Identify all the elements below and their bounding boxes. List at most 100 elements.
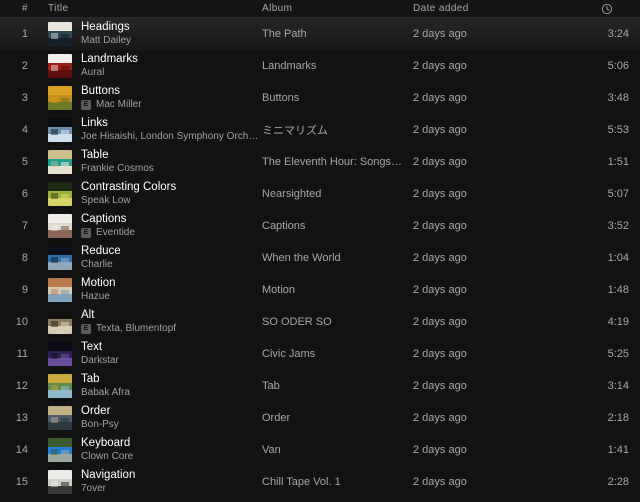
track-name[interactable]: Order	[81, 405, 119, 418]
track-album[interactable]: Chill Tape Vol. 1	[262, 476, 413, 488]
table-row[interactable]: 1 Headings Matt Dailey The Path 2 days ago 3:…	[0, 18, 640, 50]
track-rows: 1 Headings Matt Dailey The Path 2 days ago 3:…	[0, 18, 640, 498]
header-album[interactable]: Album	[262, 3, 413, 14]
track-artist[interactable]: Texta, Blumentopf	[96, 323, 176, 335]
track-album[interactable]: Order	[262, 412, 413, 424]
track-artist[interactable]: Eventide	[96, 227, 135, 239]
clock-icon	[601, 3, 613, 15]
track-date-added: 2 days ago	[413, 28, 467, 40]
track-index: 8	[21, 252, 28, 264]
table-row[interactable]: 10 Alt E Texta, Blumentopf SO ODER SO 2 days …	[0, 306, 640, 338]
track-name[interactable]: Contrasting Colors	[81, 181, 176, 194]
track-album[interactable]: SO ODER SO	[262, 316, 413, 328]
track-text-block: Text Darkstar	[81, 341, 119, 367]
track-name[interactable]: Tab	[81, 373, 130, 386]
album-art	[48, 278, 72, 302]
track-artist-line: Bon-Psy	[81, 419, 119, 431]
track-title-cell: Keyboard Clown Core	[38, 437, 262, 463]
track-text-block: Tab Babak Afra	[81, 373, 130, 399]
track-duration: 5:53	[607, 124, 629, 136]
track-date-added: 2 days ago	[413, 156, 467, 168]
header-duration[interactable]	[563, 3, 624, 15]
explicit-badge-icon: E	[81, 324, 91, 334]
track-title-cell: Contrasting Colors Speak Low	[38, 181, 262, 207]
track-title-cell: Landmarks Aural	[38, 53, 262, 79]
track-date-added: 2 days ago	[413, 220, 467, 232]
track-artist[interactable]: Matt Dailey	[81, 35, 131, 47]
track-artist[interactable]: Bon-Psy	[81, 419, 119, 431]
track-artist-line: Speak Low	[81, 195, 176, 207]
track-duration: 2:18	[607, 412, 629, 424]
table-row[interactable]: 14 Keyboard Clown Core Van 2 days ago 1:41	[0, 434, 640, 466]
track-artist-line: Darkstar	[81, 355, 119, 367]
header-title[interactable]: Title	[38, 3, 262, 14]
track-album[interactable]: Captions	[262, 220, 413, 232]
track-album[interactable]: Buttons	[262, 92, 413, 104]
track-text-block: Contrasting Colors Speak Low	[81, 181, 176, 207]
track-artist-line: E Mac Miller	[81, 99, 142, 111]
track-album[interactable]: ミニマリズム	[262, 122, 413, 138]
track-artist[interactable]: Hazue	[81, 291, 110, 303]
track-artist[interactable]: Clown Core	[81, 451, 133, 463]
header-date-added[interactable]: Date added	[413, 3, 563, 14]
track-artist[interactable]: Darkstar	[81, 355, 119, 367]
track-artist-line: Charlie	[81, 259, 121, 271]
track-name[interactable]: Keyboard	[81, 437, 133, 450]
track-album[interactable]: Nearsighted	[262, 188, 413, 200]
track-duration: 4:19	[607, 316, 629, 328]
track-name[interactable]: Table	[81, 149, 154, 162]
track-artist[interactable]: Babak Afra	[81, 387, 130, 399]
track-album[interactable]: Civic Jams	[262, 348, 413, 360]
track-artist[interactable]: Joe Hisaishi, London Symphony Orchestra	[81, 131, 262, 143]
track-name[interactable]: Alt	[81, 309, 176, 322]
track-name[interactable]: Navigation	[81, 469, 135, 482]
track-duration: 1:48	[607, 284, 629, 296]
track-index: 11	[16, 348, 28, 360]
track-album[interactable]: The Path	[262, 28, 413, 40]
track-index: 3	[21, 92, 28, 104]
track-artist[interactable]: Charlie	[81, 259, 113, 271]
track-name[interactable]: Links	[81, 117, 262, 130]
track-name[interactable]: Reduce	[81, 245, 121, 258]
table-row[interactable]: 3 Buttons E Mac Miller Buttons 2 days ago 3:48	[0, 82, 640, 114]
track-name[interactable]: Motion	[81, 277, 116, 290]
table-row[interactable]: 4 Links Joe Hisaishi, London Symphony Orch…	[0, 114, 640, 146]
track-album[interactable]: The Eleventh Hour: Songs for Climate ...	[262, 156, 413, 168]
track-album[interactable]: When the World	[262, 252, 413, 264]
table-row[interactable]: 9 Motion Hazue Motion 2 days ago 1:48	[0, 274, 640, 306]
track-name[interactable]: Buttons	[81, 85, 142, 98]
track-name[interactable]: Landmarks	[81, 53, 138, 66]
track-name[interactable]: Headings	[81, 21, 131, 34]
table-row[interactable]: 6 Contrasting Colors Speak Low Nearsighted 2…	[0, 178, 640, 210]
table-row[interactable]: 15 Navigation 7over Chill Tape Vol. 12 days…	[0, 466, 640, 498]
table-row[interactable]: 5 Table Frankie Cosmos The Eleventh Hour: S…	[0, 146, 640, 178]
table-row[interactable]: 13 Order Bon-Psy Order 2 days ago 2:18	[0, 402, 640, 434]
table-row[interactable]: 7 Captions E Eventide Captions 2 days ago 3:52	[0, 210, 640, 242]
track-artist[interactable]: Speak Low	[81, 195, 130, 207]
table-row[interactable]: 8 Reduce Charlie When the World 2 days ago 1:…	[0, 242, 640, 274]
track-album[interactable]: Tab	[262, 380, 413, 392]
table-row[interactable]: 11 Text Darkstar Civic Jams 2 days ago 5:25	[0, 338, 640, 370]
track-duration: 3:52	[607, 220, 629, 232]
track-artist[interactable]: Mac Miller	[96, 99, 142, 111]
track-duration: 5:06	[607, 60, 629, 72]
track-date-added: 2 days ago	[413, 284, 467, 296]
track-name[interactable]: Captions	[81, 213, 135, 226]
track-artist[interactable]: Frankie Cosmos	[81, 163, 154, 175]
track-artist[interactable]: Aural	[81, 67, 104, 79]
album-art	[48, 118, 72, 142]
album-art	[48, 374, 72, 398]
track-text-block: Headings Matt Dailey	[81, 21, 131, 47]
track-name[interactable]: Text	[81, 341, 119, 354]
track-album[interactable]: Motion	[262, 284, 413, 296]
table-row[interactable]: 2 Landmarks Aural Landmarks 2 days ago 5:06	[0, 50, 640, 82]
track-artist[interactable]: 7over	[81, 483, 106, 495]
track-album[interactable]: Van	[262, 444, 413, 456]
table-row[interactable]: 12 Tab Babak Afra Tab 2 days ago 3:14	[0, 370, 640, 402]
track-date-added: 2 days ago	[413, 444, 467, 456]
album-art	[48, 310, 72, 334]
track-artist-line: Babak Afra	[81, 387, 130, 399]
header-index[interactable]: #	[0, 3, 38, 14]
track-index: 9	[21, 284, 28, 296]
track-album[interactable]: Landmarks	[262, 60, 413, 72]
